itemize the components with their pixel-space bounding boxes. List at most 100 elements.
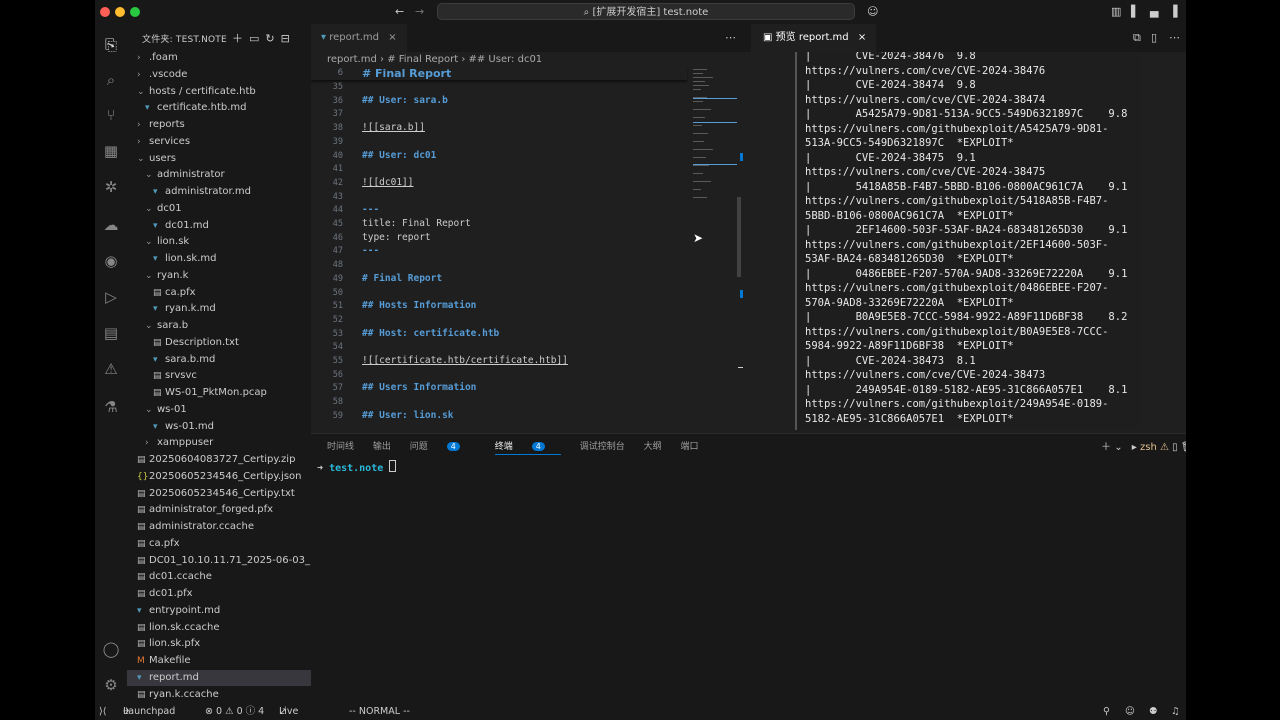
tree-folder[interactable]: › services	[127, 134, 311, 150]
tree-file[interactable]: ▾ sara.b.md	[127, 352, 311, 368]
tree-file[interactable]: ▾ entrypoint.md	[127, 603, 311, 619]
more-actions-icon[interactable]: ⋯	[725, 31, 736, 44]
breadcrumb-subheading[interactable]: ## User: dc01	[469, 54, 543, 65]
close-window-button[interactable]	[100, 7, 110, 17]
run-debug-icon[interactable]: ▷	[100, 286, 122, 308]
tree-file[interactable]: ▤ dc01.pfx	[127, 586, 311, 602]
kill-terminal-icon[interactable]: 🗑	[1181, 442, 1186, 453]
tree-file[interactable]: ▤ lion.sk.pfx	[127, 636, 311, 652]
close-tab-icon[interactable]: ×	[858, 32, 866, 43]
problems-status[interactable]: ⊗ 0 ⚠ 0 ⓘ 4	[205, 704, 264, 720]
tree-file[interactable]: ▤ ryan.k.ccache	[127, 687, 311, 703]
remote-icon[interactable]: ⟩⟨	[99, 704, 106, 720]
maximize-window-button[interactable]	[130, 7, 140, 17]
tab-ports[interactable]: 端口	[681, 442, 699, 452]
notifications-icon[interactable]: ♫	[1171, 704, 1180, 720]
copilot-status-icon[interactable]: ☺	[1125, 704, 1135, 720]
testing-icon[interactable]: ⚗	[100, 396, 122, 418]
tree-file[interactable]: ▾ certificate.htb.md	[127, 100, 311, 116]
tree-file[interactable]: M Makefile	[127, 653, 311, 669]
tree-file[interactable]: ▤ dc01.ccache	[127, 569, 311, 585]
kubernetes-icon[interactable]: ✲	[100, 176, 122, 198]
settings-gear-icon[interactable]: ⚙	[100, 674, 122, 696]
close-tab-icon[interactable]: ×	[388, 32, 396, 43]
tab-problems[interactable]: 问题 4	[410, 442, 476, 452]
tree-file[interactable]: ▤ administrator.ccache	[127, 519, 311, 535]
toggle-secondary-sidebar-icon[interactable]: ▐	[1169, 5, 1177, 18]
new-folder-icon[interactable]: ▭	[249, 32, 259, 45]
minimap[interactable]	[691, 67, 743, 430]
shell-name[interactable]: zsh	[1140, 442, 1157, 453]
tab-preview-report-md[interactable]: ▣ 预览 report.md ×	[753, 24, 877, 52]
terminal-output[interactable]: ➜ test.note	[317, 460, 397, 474]
breadcrumb-file[interactable]: report.md	[327, 54, 377, 65]
sticky-scroll-header[interactable]: 6 # Final Report	[311, 67, 687, 80]
tree-folder[interactable]: ⌄ lion.sk	[127, 234, 311, 250]
tab-outline[interactable]: 大纲	[644, 442, 662, 452]
tab-terminal[interactable]: 终端 4	[494, 442, 561, 455]
account-icon[interactable]: ◯	[100, 638, 122, 660]
tree-file[interactable]: ▾ lion.sk.md	[127, 251, 311, 267]
open-source-icon[interactable]: ⧉	[1133, 31, 1141, 45]
forward-arrow-icon[interactable]: →	[415, 5, 424, 18]
copilot-icon[interactable]: ☺	[867, 5, 878, 18]
toggle-panel-icon[interactable]: ▄	[1150, 5, 1158, 18]
tree-file[interactable]: ▾ dc01.md	[127, 218, 311, 234]
split-terminal-icon[interactable]: ▯	[1172, 442, 1178, 453]
tree-file[interactable]: ▾ ws-01.md	[127, 419, 311, 435]
tree-folder[interactable]: ⌄ hosts / certificate.htb	[127, 84, 311, 100]
toggle-sidebar-icon[interactable]: ▌	[1131, 5, 1139, 18]
tree-folder[interactable]: ⌄ sara.b	[127, 318, 311, 334]
new-file-icon[interactable]: ＋	[232, 32, 243, 45]
customize-layout-icon[interactable]: ▥	[1111, 5, 1121, 18]
tab-timeline[interactable]: 时间线	[327, 442, 354, 452]
more-actions-icon[interactable]: ⋯	[1169, 31, 1180, 44]
tree-folder[interactable]: › .vscode	[127, 67, 311, 83]
refresh-icon[interactable]: ↻	[265, 32, 274, 45]
tree-file[interactable]: ▤ srvsvc	[127, 368, 311, 384]
tree-file[interactable]: ▤ ca.pfx	[127, 536, 311, 552]
tree-file[interactable]: ▤ 20250605234546_Certipy.txt	[127, 486, 311, 502]
extensions-icon[interactable]: ▦	[100, 140, 122, 162]
back-arrow-icon[interactable]: ←	[395, 5, 404, 18]
warning-icon[interactable]: ⚠	[100, 358, 122, 380]
breadcrumb-heading[interactable]: # Final Report	[387, 54, 458, 65]
tree-folder[interactable]: ⌄ administrator	[127, 167, 311, 183]
tree-folder[interactable]: ⌄ ws-01	[127, 402, 311, 418]
tree-folder[interactable]: › xamppuser	[127, 435, 311, 451]
tree-folder[interactable]: ⌄ users	[127, 151, 311, 167]
tree-folder[interactable]: ⌄ ryan.k	[127, 268, 311, 284]
copilot-icon[interactable]: ◉	[100, 250, 122, 272]
tree-file[interactable]: ▤ administrator_forged.pfx	[127, 502, 311, 518]
accounts-status-icon[interactable]: ⚉	[1149, 704, 1158, 720]
split-editor-icon[interactable]: ▯	[1151, 31, 1157, 44]
source-control-icon[interactable]: ⑂	[100, 104, 122, 126]
tree-file[interactable]: ▤ lion.sk.ccache	[127, 620, 311, 636]
tree-file[interactable]: ▾ report.md	[127, 669, 311, 686]
code-editor[interactable]: 35 36 ## User: sara.b 37 38 ![[sara.b]] 39 40 ##…	[311, 67, 751, 430]
tree-file[interactable]: ▤ DC01_10.10.11.71_2025-06-03_...	[127, 553, 311, 569]
tree-folder[interactable]: ⌄ dc01	[127, 201, 311, 217]
files-icon[interactable]: ⎘	[100, 34, 122, 56]
tree-file[interactable]: {}20250605234546_Certipy.json	[127, 469, 311, 485]
tree-folder[interactable]: › .foam	[127, 50, 311, 66]
tree-file[interactable]: ▤ 20250604083727_Certipy.zip	[127, 452, 311, 468]
tree-file[interactable]: ▾ administrator.md	[127, 184, 311, 200]
tab-report-md[interactable]: ▾ report.md ×	[311, 24, 407, 52]
chevron-down-icon[interactable]: ⌄	[1114, 442, 1122, 453]
tab-debug-console[interactable]: 调试控制台	[580, 442, 625, 452]
minimize-window-button[interactable]	[115, 7, 125, 17]
notebook-icon[interactable]: ▤	[100, 322, 122, 344]
tree-file[interactable]: ▤ ca.pfx	[127, 285, 311, 301]
search-icon[interactable]: ⌕	[100, 69, 122, 91]
collapse-all-icon[interactable]: ⊟	[281, 32, 290, 45]
tree-folder[interactable]: › reports	[127, 117, 311, 133]
preview-content[interactable]: | CVE-2024-38476 9.8 https://vulners.com/…	[795, 52, 1141, 430]
new-terminal-icon[interactable]: ＋	[1101, 442, 1111, 453]
tree-file[interactable]: ▤ Description.txt	[127, 335, 311, 351]
tree-file[interactable]: ▾ ryan.k.md	[127, 301, 311, 317]
tab-output[interactable]: 输出	[373, 442, 391, 452]
remote-explorer-icon[interactable]: ☁	[100, 214, 122, 236]
command-center[interactable]: ⌕ [扩展开发宿主] test.note	[437, 3, 855, 20]
extension-status-icon[interactable]: ⚲	[1103, 704, 1110, 720]
